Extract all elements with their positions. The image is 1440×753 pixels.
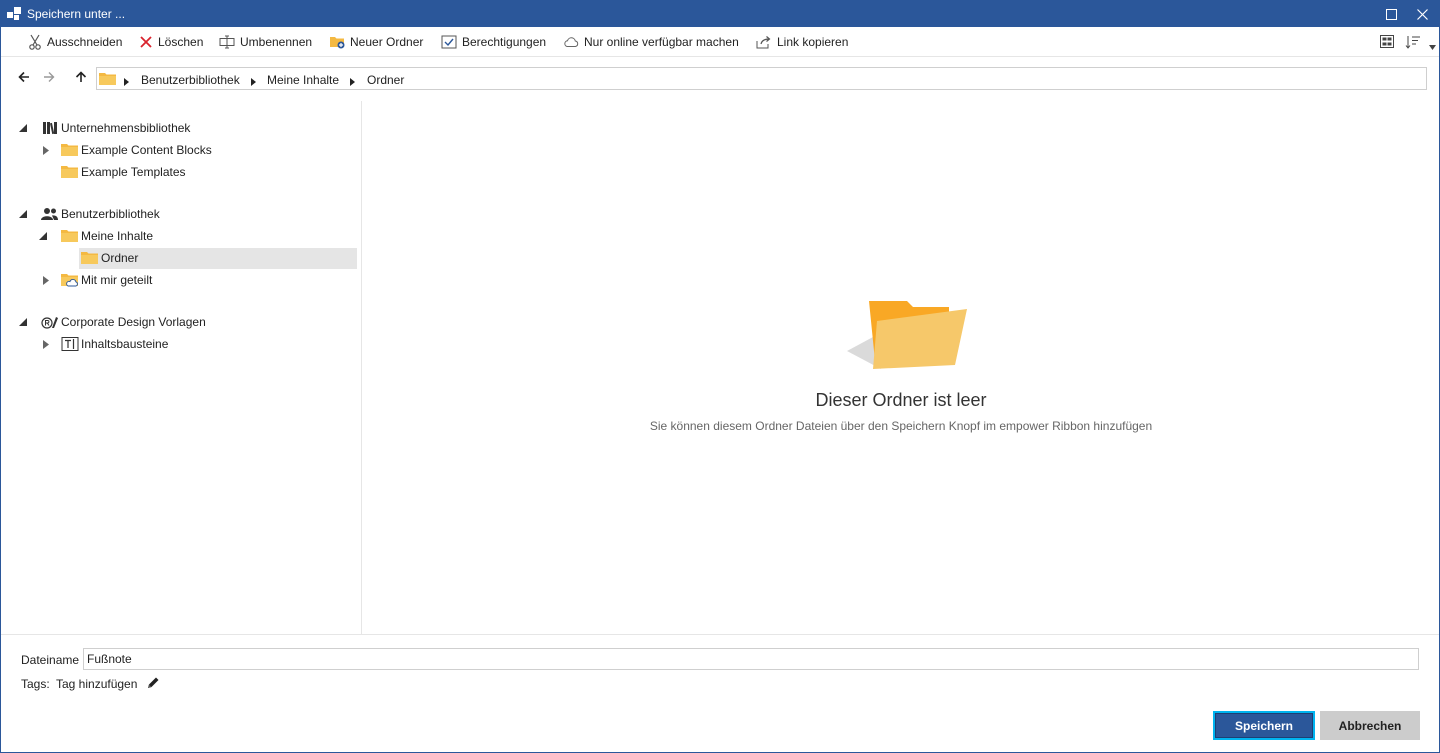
expand-icon[interactable]: [41, 145, 51, 155]
folder-icon: [61, 228, 79, 244]
tree-item-label: Mit mir geteilt: [81, 273, 153, 287]
title-bar: Speichern unter ...: [1, 1, 1439, 27]
app-icon: [6, 6, 22, 22]
toolbar: Ausschneiden Löschen Umbenennen Neuer Or…: [1, 27, 1439, 57]
expand-icon[interactable]: [41, 339, 51, 349]
new-folder-button[interactable]: Neuer Ordner: [329, 33, 423, 51]
tree-item-label: Example Templates: [81, 165, 186, 179]
folder-icon: [61, 164, 79, 180]
breadcrumb-item[interactable]: Benutzerbibliothek: [141, 73, 240, 87]
permissions-label: Berechtigungen: [462, 35, 547, 49]
text-block-icon: [61, 336, 79, 352]
tree-item-corporate-design-vorlagen[interactable]: Corporate Design Vorlagen: [41, 311, 206, 333]
tags-label: Tags:: [21, 677, 50, 691]
online-only-label: Nur online verfügbar machen: [584, 35, 739, 49]
users-icon: [41, 206, 59, 222]
divider: [1, 634, 1439, 635]
collapse-icon[interactable]: [18, 209, 28, 219]
pencil-icon[interactable]: [146, 676, 160, 693]
open-folder-icon: [847, 299, 969, 374]
online-only-button[interactable]: Nur online verfügbar machen: [563, 33, 739, 51]
navigation-bar: Benutzerbibliothek Meine Inhalte Ordner: [1, 64, 1439, 92]
breadcrumb-item[interactable]: Meine Inhalte: [267, 73, 339, 87]
breadcrumb-separator-icon: [251, 75, 257, 86]
delete-button[interactable]: Löschen: [139, 33, 203, 51]
cloud-icon: [564, 37, 579, 47]
cut-label: Ausschneiden: [47, 35, 123, 49]
expand-icon[interactable]: [41, 275, 51, 285]
cancel-button[interactable]: Abbrechen: [1320, 711, 1420, 740]
folder-icon: [99, 72, 117, 89]
cut-button[interactable]: Ausschneiden: [28, 33, 122, 51]
tree-item-label: Corporate Design Vorlagen: [61, 315, 206, 329]
empty-state: Dieser Ordner ist leer Sie können diesem…: [363, 101, 1439, 634]
window-title: Speichern unter ...: [27, 7, 126, 21]
corporate-design-icon: [41, 314, 59, 330]
permissions-button[interactable]: Berechtigungen: [441, 33, 546, 51]
breadcrumb[interactable]: Benutzerbibliothek Meine Inhalte Ordner: [96, 67, 1427, 90]
tree-item-benutzerbibliothek[interactable]: Benutzerbibliothek: [41, 203, 160, 225]
library-books-icon: [41, 120, 59, 136]
up-arrow-icon[interactable]: [73, 69, 89, 85]
folder-icon: [81, 250, 99, 266]
share-link-icon: [756, 36, 771, 49]
back-arrow-icon[interactable]: [16, 69, 32, 85]
tree-item-label: Example Content Blocks: [81, 143, 212, 157]
shared-folder-icon: [61, 272, 79, 288]
breadcrumb-item[interactable]: Ordner: [367, 73, 404, 87]
rename-button[interactable]: Umbenennen: [219, 33, 312, 51]
tree-item-mit-mir-geteilt[interactable]: Mit mir geteilt: [61, 269, 152, 291]
rename-label: Umbenennen: [240, 35, 313, 49]
sort-icon[interactable]: [1405, 35, 1421, 52]
view-tiles-icon[interactable]: [1380, 35, 1394, 51]
forward-arrow-icon[interactable]: [41, 69, 57, 85]
tree-item-inhaltsbausteine[interactable]: Inhaltsbausteine: [61, 333, 168, 355]
new-folder-label: Neuer Ordner: [350, 35, 424, 49]
maximize-icon[interactable]: [1376, 1, 1406, 27]
save-as-dialog: Speichern unter ... Ausschneiden Löschen: [0, 0, 1440, 753]
tree-item-label: Unternehmensbibliothek: [61, 121, 191, 135]
delete-label: Löschen: [158, 35, 204, 49]
save-button[interactable]: Speichern: [1213, 711, 1315, 740]
permissions-icon: [441, 35, 457, 49]
empty-state-title: Dieser Ordner ist leer: [815, 390, 987, 410]
copy-link-button[interactable]: Link kopieren: [756, 33, 848, 51]
collapse-icon[interactable]: [18, 317, 28, 327]
tree-item-label: Benutzerbibliothek: [61, 207, 160, 221]
breadcrumb-separator-icon: [350, 75, 356, 86]
close-icon[interactable]: [1407, 1, 1437, 27]
empty-state-subtitle: Sie können diesem Ordner Dateien über de…: [649, 419, 1153, 433]
folder-icon: [61, 142, 79, 158]
filename-input[interactable]: [83, 648, 1419, 670]
breadcrumb-separator-icon: [124, 75, 130, 86]
tree-item-label: Meine Inhalte: [81, 229, 154, 243]
add-tag-link[interactable]: Tag hinzufügen: [56, 677, 137, 691]
folder-tree: Unternehmensbibliothek Example Content B…: [1, 101, 362, 634]
new-folder-icon: [330, 37, 345, 49]
dropdown-arrow-icon[interactable]: [1429, 39, 1436, 53]
tree-item-label: Ordner: [101, 251, 139, 265]
tree-item-ordner[interactable]: Ordner: [81, 247, 138, 269]
delete-x-icon: [140, 36, 152, 48]
collapse-icon[interactable]: [18, 123, 28, 133]
collapse-icon[interactable]: [38, 231, 48, 241]
tree-item-example-templates[interactable]: Example Templates: [61, 161, 186, 183]
filename-label: Dateiname: [21, 653, 80, 667]
tree-item-unternehmensbibliothek[interactable]: Unternehmensbibliothek: [41, 117, 190, 139]
rename-icon: [219, 35, 235, 49]
copy-link-label: Link kopieren: [777, 35, 849, 49]
tree-item-label: Inhaltsbausteine: [81, 337, 169, 351]
tree-item-meine-inhalte[interactable]: Meine Inhalte: [61, 225, 153, 247]
scissors-icon: [29, 34, 41, 50]
tree-item-example-content-blocks[interactable]: Example Content Blocks: [61, 139, 212, 161]
